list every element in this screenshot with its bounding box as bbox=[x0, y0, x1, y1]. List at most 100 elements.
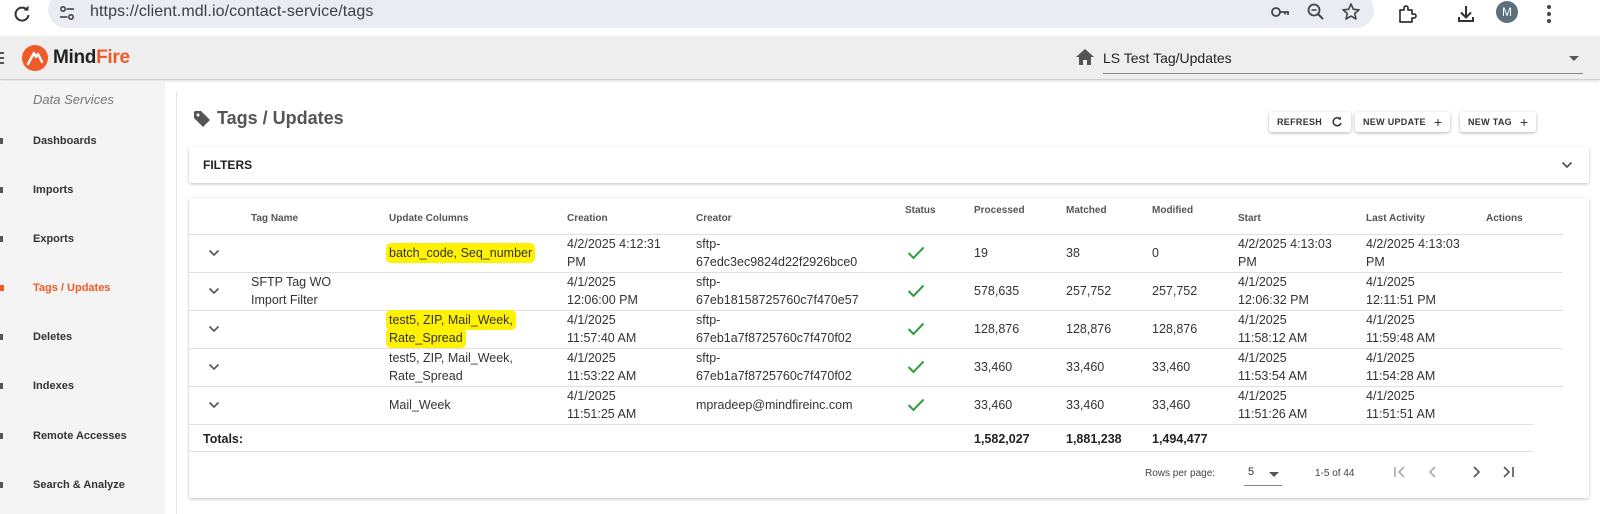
matched-cell: 33,460 bbox=[1066, 398, 1105, 412]
bookmark-star-icon[interactable] bbox=[1341, 2, 1361, 22]
next-page-icon[interactable] bbox=[1467, 464, 1485, 480]
creation-line1: 4/1/2025 bbox=[567, 389, 616, 403]
highlighted-text: batch_code, Seq_number bbox=[389, 246, 533, 260]
sidebar-item-label: Search & Analyze bbox=[33, 479, 125, 491]
header-creator[interactable]: Creator bbox=[696, 213, 732, 224]
sidebar-item-exports[interactable]: Exports bbox=[0, 225, 165, 255]
status-check-icon bbox=[907, 360, 925, 374]
header-matched[interactable]: Matched bbox=[1066, 205, 1107, 216]
table-row[interactable]: Mail_Week 4/1/2025 11:51:25 AM mpradeep@… bbox=[189, 386, 1563, 424]
status-check-icon bbox=[907, 322, 925, 336]
last-activity-line2: 11:51:51 AM bbox=[1366, 407, 1436, 421]
address-bar[interactable]: https://client.mdl.io/contact-service/ta… bbox=[48, 0, 1374, 28]
start-line2: 11:58:12 AM bbox=[1238, 331, 1308, 345]
mindfire-logo[interactable]: MindFire bbox=[22, 45, 130, 71]
modified-cell: 0 bbox=[1152, 246, 1159, 260]
previous-page-icon[interactable] bbox=[1424, 464, 1442, 480]
mindfire-logo-mark bbox=[22, 45, 48, 71]
nav-bullet-icon bbox=[0, 236, 3, 242]
table-row[interactable]: test5, ZIP, Mail_Week, Rate_Spread 4/1/2… bbox=[189, 310, 1563, 348]
processed-cell: 578,635 bbox=[974, 284, 1020, 298]
header-modified[interactable]: Modified bbox=[1152, 205, 1193, 216]
sidebar-item-deletes[interactable]: Deletes bbox=[0, 323, 165, 353]
zoom-icon[interactable] bbox=[1306, 2, 1326, 22]
sidebar-item-tags-updates[interactable]: Tags / Updates bbox=[0, 274, 165, 304]
account-selector[interactable]: LS Test Tag/Updates bbox=[1103, 44, 1583, 74]
sidebar-item-dashboards[interactable]: Dashboards bbox=[0, 127, 165, 157]
url-text[interactable]: https://client.mdl.io/contact-service/ta… bbox=[90, 3, 373, 21]
update-columns-line1: test5, ZIP, Mail_Week, bbox=[389, 351, 513, 365]
header-processed[interactable]: Processed bbox=[974, 205, 1025, 216]
creator-line2: 67eb1a7f8725760c7f470f02 bbox=[696, 331, 852, 345]
processed-cell: 33,460 bbox=[974, 360, 1013, 374]
browser-toolbar: https://client.mdl.io/contact-service/ta… bbox=[0, 0, 1600, 30]
sidebar-item-indexes[interactable]: Indexes bbox=[0, 372, 165, 402]
matched-cell: 128,876 bbox=[1066, 322, 1112, 336]
header-last-activity[interactable]: Last Activity bbox=[1366, 213, 1425, 224]
download-icon[interactable] bbox=[1455, 3, 1477, 25]
first-page-icon[interactable] bbox=[1391, 464, 1409, 480]
expand-row-icon[interactable] bbox=[208, 286, 220, 296]
page-title: Tags / Updates bbox=[193, 108, 344, 129]
header-start[interactable]: Start bbox=[1238, 213, 1261, 224]
header-tag-name[interactable]: Tag Name bbox=[251, 213, 298, 224]
new-tag-button[interactable]: NEW TAG + bbox=[1460, 112, 1537, 132]
update-columns-line2: Rate_Spread bbox=[389, 369, 463, 383]
home-icon[interactable] bbox=[1075, 48, 1095, 66]
password-key-icon[interactable] bbox=[1270, 2, 1290, 22]
creator-line1: mpradeep@mindfireinc.com bbox=[696, 398, 853, 412]
processed-cell: 33,460 bbox=[974, 398, 1013, 412]
last-activity-line1: 4/1/2025 bbox=[1366, 313, 1415, 327]
table-row[interactable]: batch_code, Seq_number 4/2/2025 4:12:31 … bbox=[189, 234, 1563, 272]
creation-line2: PM bbox=[567, 255, 586, 269]
expand-row-icon[interactable] bbox=[208, 400, 220, 410]
refresh-icon bbox=[1332, 116, 1342, 127]
tag-name-line2: Import Filter bbox=[251, 293, 318, 307]
sidebar-item-imports[interactable]: Imports bbox=[0, 176, 165, 206]
last-activity-line1: 4/1/2025 bbox=[1366, 389, 1415, 403]
filters-label: FILTERS bbox=[203, 158, 253, 172]
sidebar-item-label: Deletes bbox=[33, 331, 73, 343]
start-line2: 11:53:54 AM bbox=[1238, 369, 1308, 383]
header-status[interactable]: Status bbox=[905, 205, 936, 216]
creation-line1: 4/1/2025 bbox=[567, 275, 616, 289]
sidebar-item-search-analyze[interactable]: Search & Analyze bbox=[0, 471, 165, 501]
sidebar-item-remote-accesses[interactable]: Remote Accesses bbox=[0, 422, 165, 452]
reload-icon[interactable] bbox=[12, 4, 32, 24]
filters-panel[interactable]: FILTERS bbox=[189, 147, 1589, 183]
processed-cell: 128,876 bbox=[974, 322, 1020, 336]
chevron-down-icon[interactable] bbox=[1561, 159, 1573, 171]
page-title-text: Tags / Updates bbox=[217, 108, 344, 128]
table-row[interactable]: test5, ZIP, Mail_Week, Rate_Spread 4/1/2… bbox=[189, 348, 1563, 386]
table-row[interactable]: SFTP Tag WO Import Filter 4/1/2025 12:06… bbox=[189, 272, 1563, 310]
update-columns-line1: Mail_Week bbox=[389, 398, 451, 412]
sidebar-item-label: Remote Accesses bbox=[33, 430, 127, 442]
header-creation[interactable]: Creation bbox=[567, 213, 608, 224]
rows-per-page-select[interactable]: 5 bbox=[1244, 462, 1282, 486]
expand-row-icon[interactable] bbox=[208, 362, 220, 372]
last-activity-line1: 4/1/2025 bbox=[1366, 351, 1415, 365]
refresh-button[interactable]: REFRESH bbox=[1269, 112, 1352, 132]
start-line1: 4/1/2025 bbox=[1238, 275, 1287, 289]
nav-bullet-icon bbox=[0, 285, 4, 291]
extensions-icon[interactable] bbox=[1396, 3, 1418, 25]
creation-line2: 11:53:22 AM bbox=[567, 369, 637, 383]
creator-line2: 67edc3ec9824d22f2926bce0 bbox=[696, 255, 858, 269]
creator-line1: sftp- bbox=[696, 237, 721, 251]
site-info-icon[interactable] bbox=[58, 4, 76, 22]
modified-cell: 33,460 bbox=[1152, 398, 1191, 412]
new-update-button[interactable]: NEW UPDATE + bbox=[1355, 112, 1451, 132]
start-line1: 4/1/2025 bbox=[1238, 389, 1287, 403]
creation-line1: 4/1/2025 bbox=[567, 313, 616, 327]
hamburger-menu-icon[interactable] bbox=[0, 52, 4, 64]
header-update-columns[interactable]: Update Columns bbox=[389, 213, 468, 224]
profile-avatar[interactable]: M bbox=[1496, 1, 1518, 23]
last-page-icon[interactable] bbox=[1499, 464, 1517, 480]
new-update-button-label: NEW UPDATE bbox=[1363, 117, 1426, 127]
browser-menu-icon[interactable] bbox=[1546, 3, 1552, 23]
expand-row-icon[interactable] bbox=[208, 248, 220, 258]
sidebar-item-label: Tags / Updates bbox=[33, 282, 111, 294]
main-content: Tags / Updates REFRESH NEW UPDATE + NEW … bbox=[176, 92, 1600, 514]
creation-line2: 11:51:25 AM bbox=[567, 407, 637, 421]
expand-row-icon[interactable] bbox=[208, 324, 220, 334]
